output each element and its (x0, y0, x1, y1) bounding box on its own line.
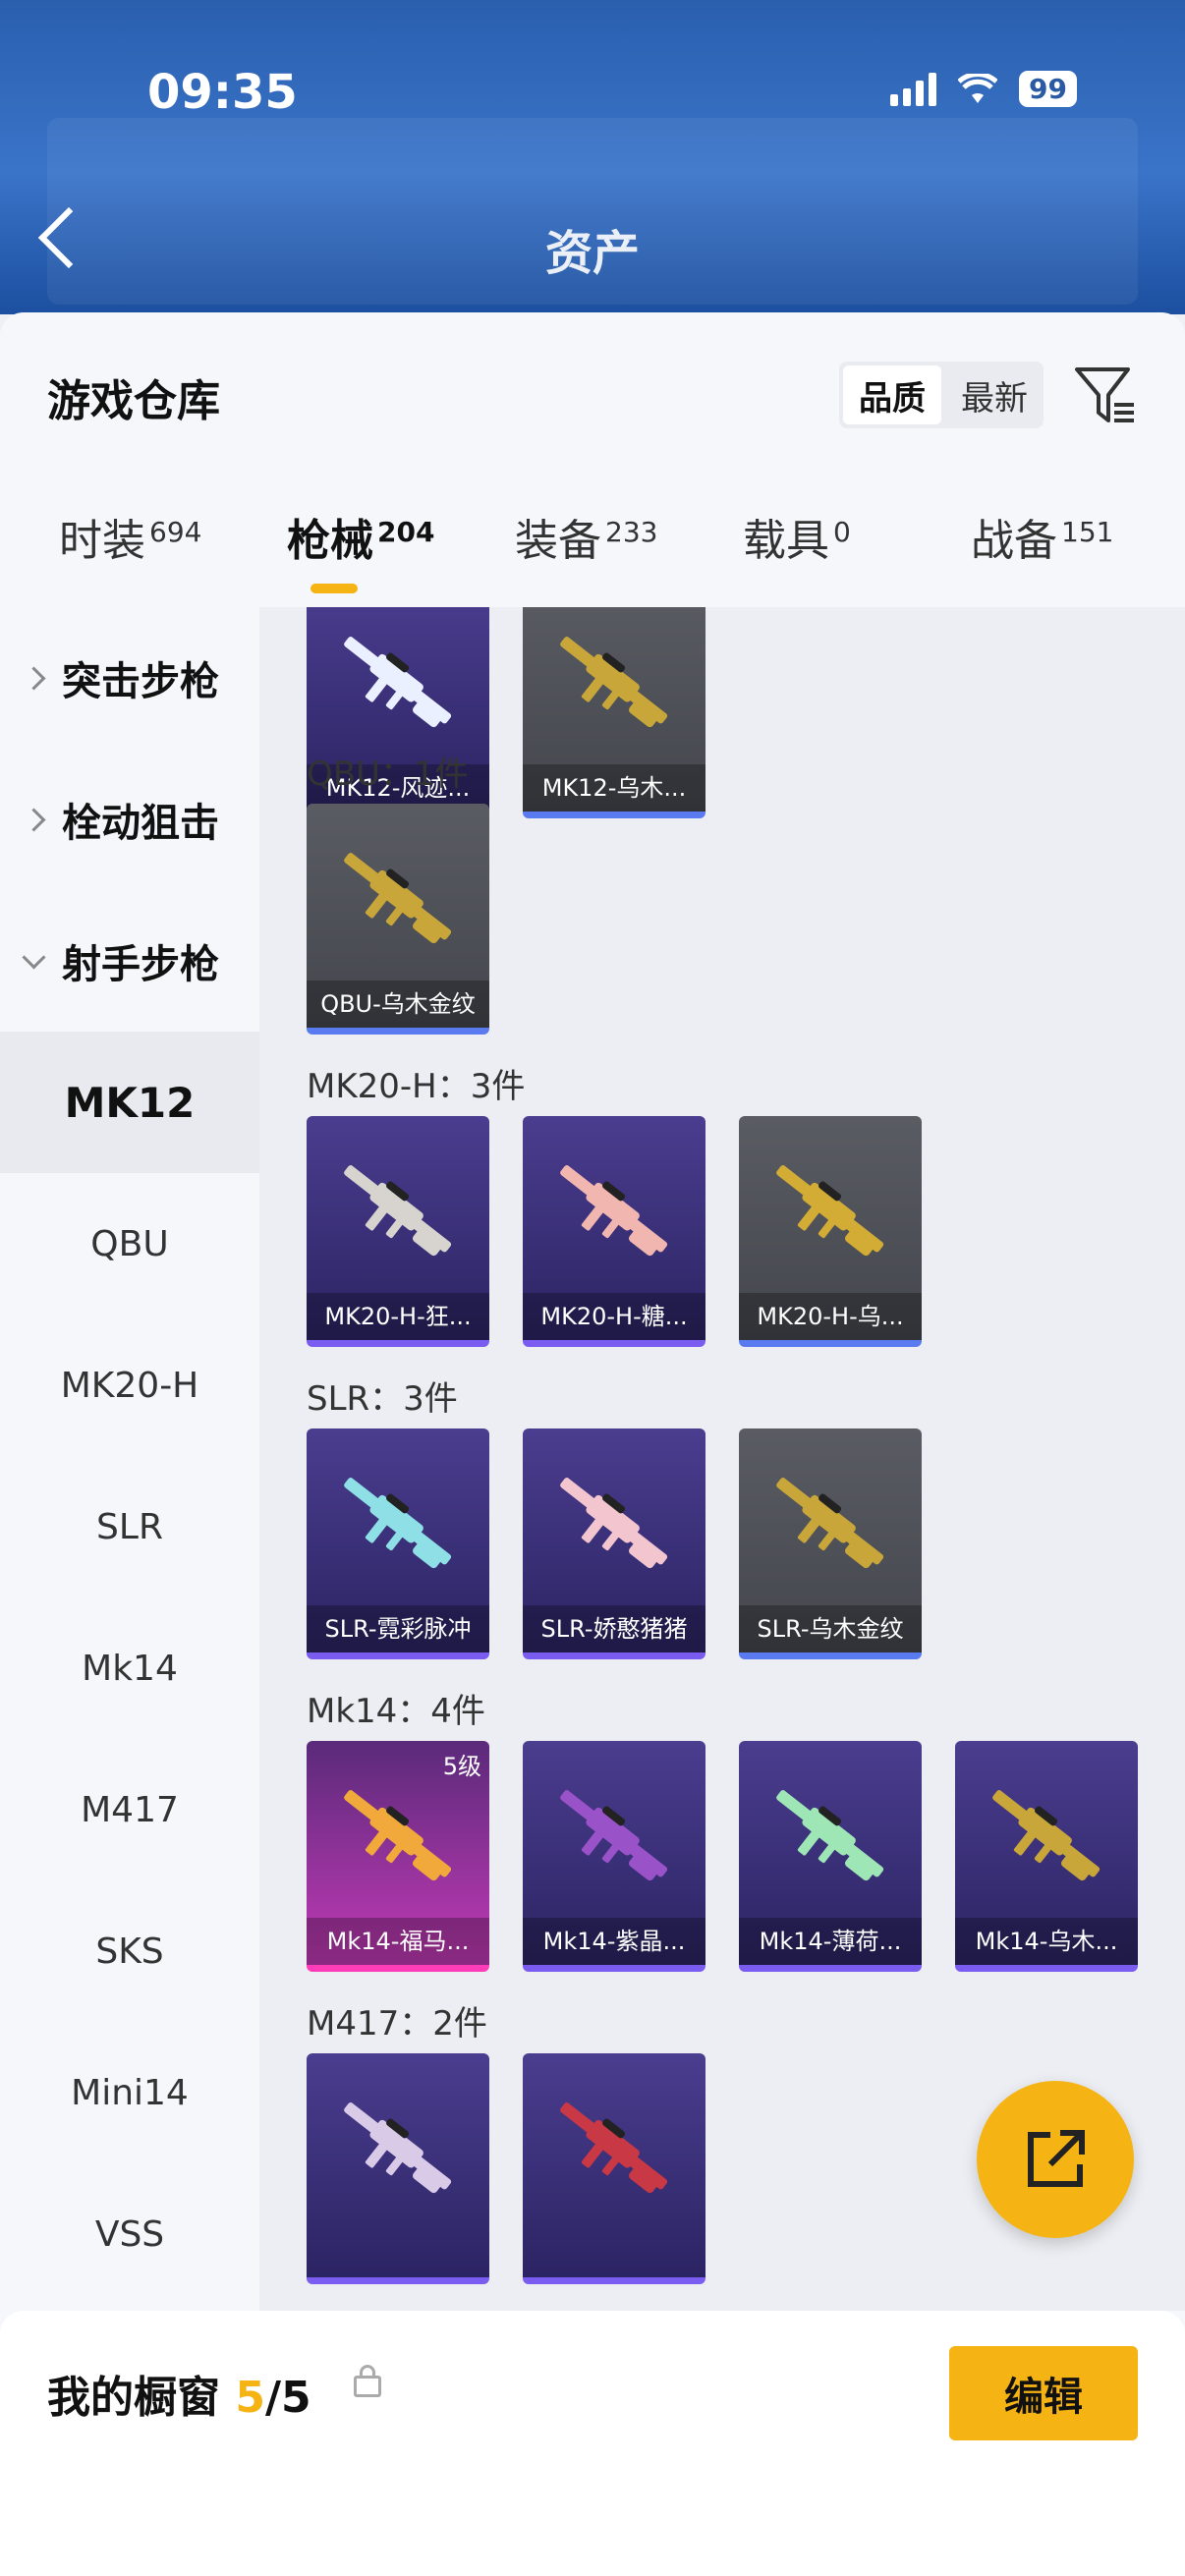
weapon-card[interactable]: SLR-乌木金纹 (739, 1428, 922, 1659)
weapon-card[interactable] (307, 2053, 489, 2284)
section-label: QBU：1件 (307, 755, 469, 794)
weapon-name: MK20-H-糖... (523, 1293, 705, 1340)
sidebar-item-mini14[interactable]: Mini14 (0, 2022, 259, 2163)
rifle-icon (560, 2102, 668, 2194)
share-button[interactable] (977, 2081, 1134, 2238)
weapon-card[interactable]: SLR-娇憨猪猪 (523, 1428, 705, 1659)
rifle-icon (344, 1165, 452, 1257)
weapon-card[interactable]: SLR-霓彩脉冲 (307, 1428, 489, 1659)
filter-icon[interactable] (1071, 362, 1138, 428)
section-label: M417：2件 (307, 2004, 487, 2044)
rifle-icon (344, 853, 452, 944)
showcase-count: 5 (235, 2373, 265, 2423)
rifle-icon (776, 1790, 884, 1881)
weapon-name: Mk14-薄荷... (739, 1918, 922, 1965)
section-label: Mk14：4件 (307, 1692, 485, 1731)
wifi-icon (958, 73, 998, 103)
tab-guns[interactable]: 枪械 204 (287, 505, 434, 568)
rifle-icon (560, 637, 668, 728)
showcase-title: 我的橱窗 5/5 (47, 2373, 311, 2423)
weapon-card[interactable]: MK20-H-糖... (523, 1116, 705, 1347)
status-icons: 99 (890, 71, 1077, 107)
weapon-name: MK20-H-狂... (307, 1293, 489, 1340)
weapon-card[interactable]: 5级 Mk14-福马... (307, 1741, 489, 1972)
tab-gear[interactable]: 战备 151 (971, 505, 1113, 568)
sidebar-item-mk12[interactable]: MK12 (0, 1032, 259, 1173)
sidebar-item-m417[interactable]: M417 (0, 1739, 259, 1880)
signal-icon (890, 72, 937, 106)
rifle-icon (344, 637, 452, 728)
sort-latest-button[interactable]: 最新 (945, 362, 1044, 428)
section-label: MK20-H：3件 (307, 1067, 526, 1106)
weapon-card[interactable] (523, 2053, 705, 2284)
sidebar-group-marksman-rifles[interactable]: 射手步枪 (0, 890, 259, 1032)
sidebar-item-mk14[interactable]: Mk14 (0, 1597, 259, 1739)
showcase-bar: 我的橱窗 5/5 编辑 (0, 2311, 1185, 2576)
weapon-name: QBU-乌木金纹 (307, 980, 489, 1028)
sort-quality-button[interactable]: 品质 (843, 365, 941, 424)
sort-toggle: 品质 最新 (839, 362, 1044, 428)
rifle-icon (560, 1478, 668, 1569)
weapon-sidebar: 突击步枪 栓动狙击 射手步枪 MK12 QBU MK20-H SLR Mk14 … (0, 607, 259, 2309)
tab-vehicles[interactable]: 载具 0 (743, 505, 851, 568)
rifle-icon (344, 1790, 452, 1881)
warehouse-title: 游戏仓库 (47, 376, 220, 426)
edit-button[interactable]: 编辑 (949, 2346, 1138, 2440)
rifle-icon (560, 1165, 668, 1257)
rifle-icon (992, 1790, 1100, 1881)
weapon-name: SLR-乌木金纹 (739, 1605, 922, 1652)
weapon-name: Mk14-紫晶... (523, 1918, 705, 1965)
chevron-down-icon (22, 944, 46, 970)
sidebar-item-slr[interactable]: SLR (0, 1456, 259, 1597)
weapon-grid: MK12-风迹... MK12-乌木... QBU：1件 QBU-乌木金纹 MK20-H… (259, 607, 1185, 2311)
external-link-icon (1028, 2130, 1085, 2187)
active-tab-indicator (310, 584, 358, 593)
weapon-card[interactable]: QBU-乌木金纹 (307, 804, 489, 1035)
rifle-icon (776, 1165, 884, 1257)
weapon-name: MK20-H-乌... (739, 1293, 922, 1340)
weapon-name: MK12-乌木... (523, 764, 705, 812)
section-label: SLR：3件 (307, 1379, 458, 1419)
status-time: 09:35 (147, 65, 298, 120)
chevron-right-icon (22, 807, 46, 832)
weapon-name: Mk14-福马... (307, 1918, 489, 1965)
sidebar-item-sks[interactable]: SKS (0, 1880, 259, 2022)
sidebar-group-bolt-snipers[interactable]: 栓动狙击 (0, 749, 259, 890)
weapon-card[interactable]: Mk14-薄荷... (739, 1741, 922, 1972)
sidebar-item-vss[interactable]: VSS (0, 2163, 259, 2305)
lock-icon (354, 2365, 381, 2397)
profile-header: 09:35 99 资产 (0, 0, 1185, 314)
sidebar-item-mk20h[interactable]: MK20-H (0, 1315, 259, 1456)
level-badge: 5级 (442, 1753, 481, 1780)
page-title: 资产 (544, 226, 640, 281)
sidebar-group-assault-rifles[interactable]: 突击步枪 (0, 607, 259, 749)
rifle-icon (344, 2102, 452, 2194)
tab-fashion[interactable]: 时装 694 (59, 505, 201, 568)
chevron-right-icon (22, 665, 46, 691)
tab-equipment[interactable]: 装备 233 (515, 505, 657, 568)
weapon-card[interactable]: MK20-H-乌... (739, 1116, 922, 1347)
showcase-total: /5 (264, 2373, 311, 2423)
weapon-name: SLR-霓彩脉冲 (307, 1605, 489, 1652)
sidebar-item-qbu[interactable]: QBU (0, 1173, 259, 1315)
rifle-icon (344, 1478, 452, 1569)
category-tabs: 时装 694 枪械 204 装备 233 载具 0 战备 151 (0, 505, 1185, 623)
weapon-card[interactable]: Mk14-乌木... (955, 1741, 1138, 1972)
weapon-card[interactable]: MK12-乌木... (523, 607, 705, 818)
rifle-icon (776, 1478, 884, 1569)
weapon-name: SLR-娇憨猪猪 (523, 1605, 705, 1652)
weapon-card[interactable]: MK20-H-狂... (307, 1116, 489, 1347)
rifle-icon (560, 1790, 668, 1881)
weapon-card[interactable]: Mk14-紫晶... (523, 1741, 705, 1972)
battery-indicator: 99 (1019, 71, 1077, 107)
weapon-name: Mk14-乌木... (955, 1918, 1138, 1965)
